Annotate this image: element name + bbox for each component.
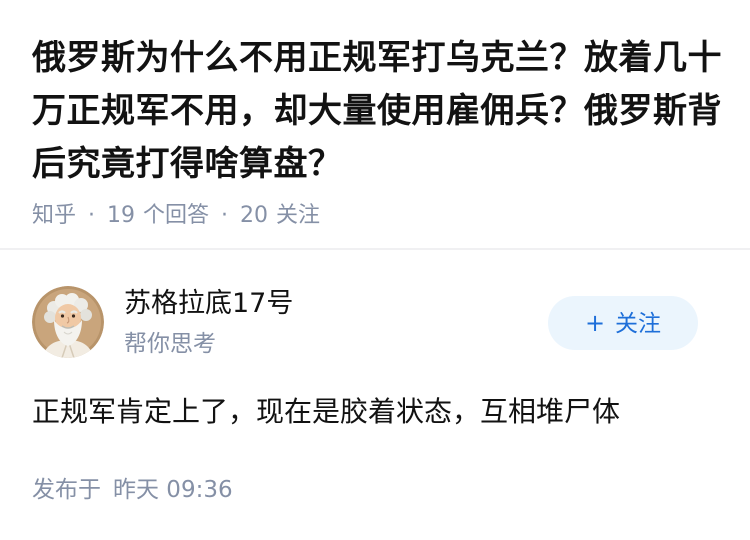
question-title[interactable]: 俄罗斯为什么不用正规军打乌克兰？放着几十万正规军不用，却大量使用雇佣兵？俄罗斯背… [32, 32, 722, 191]
author-info: 苏格拉底17号 帮你思考 + 关注 [32, 286, 718, 362]
follow-button-label: 关注 [615, 311, 662, 337]
follower-count-label: 关注 [276, 203, 321, 228]
author-avatar[interactable] [32, 286, 104, 358]
plus-icon: + [584, 309, 606, 337]
author-bio: 帮你思考 [124, 331, 216, 357]
answer-count-number: 19 [107, 203, 136, 228]
follow-button[interactable]: + 关注 [548, 296, 698, 350]
bearded-elder-avatar-icon [32, 286, 104, 358]
question-header: 俄罗斯为什么不用正规军打乌克兰？放着几十万正规军不用，却大量使用雇佣兵？俄罗斯背… [32, 32, 722, 231]
answer-content[interactable]: 正规军肯定上了，现在是胶着状态，互相堆尸体 [32, 390, 620, 434]
answer-count-label: 个回答 [143, 203, 210, 228]
publish-time-value: 昨天 09:36 [113, 477, 233, 503]
question-meta: 知乎 · 19 个回答 · 20 关注 [32, 201, 722, 231]
source-label[interactable]: 知乎 [32, 203, 76, 228]
publish-label: 发布于 [32, 477, 101, 503]
follower-count-number: 20 [240, 203, 269, 228]
author-name[interactable]: 苏格拉底17号 [124, 286, 293, 322]
zhihu-answer-page: 俄罗斯为什么不用正规军打乌克兰？放着几十万正规军不用，却大量使用雇佣兵？俄罗斯背… [0, 0, 750, 540]
answer-publish-time: 发布于 昨天 09:36 [32, 474, 233, 506]
answer-count[interactable]: 19 个回答 [107, 203, 209, 228]
separator-dot: · [88, 203, 96, 228]
section-divider [0, 248, 750, 250]
follower-count[interactable]: 20 关注 [240, 203, 320, 228]
separator-dot: · [221, 203, 229, 228]
